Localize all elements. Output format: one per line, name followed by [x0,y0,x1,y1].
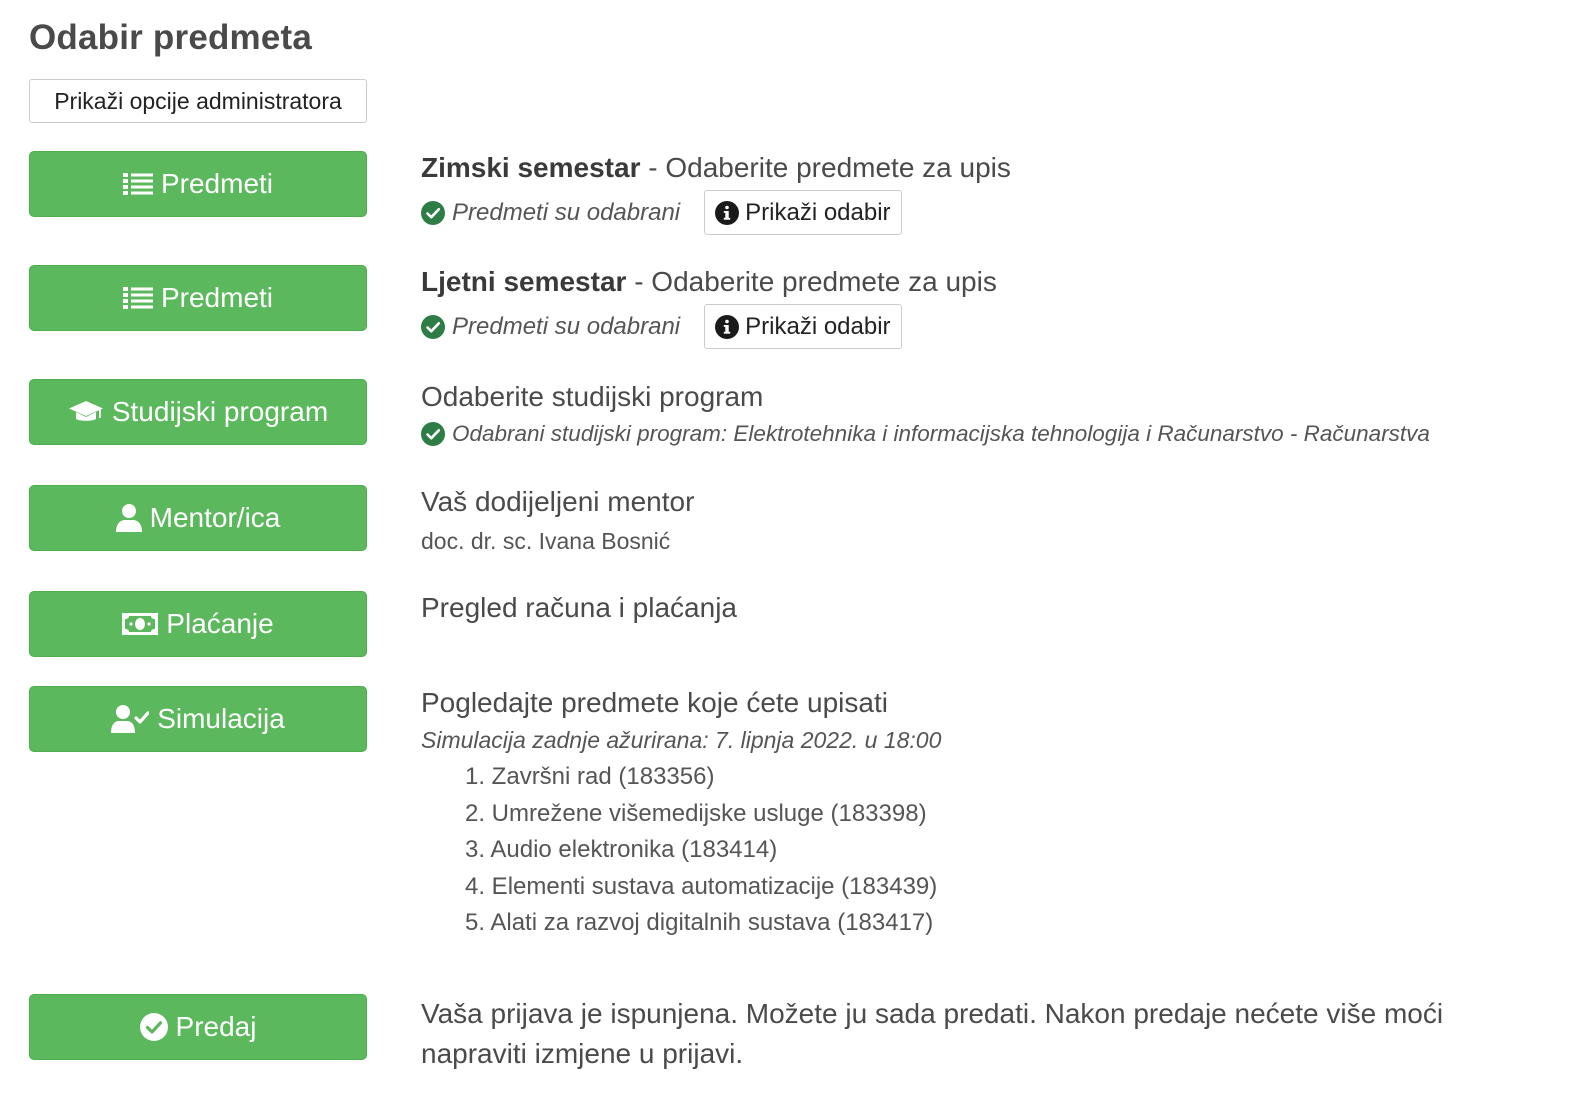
submit-section: Vaša prijava je ispunjena. Možete ju sad… [421,994,1521,1074]
mentor-name: doc. dr. sc. Ivana Bosnić [421,528,671,554]
simulation-button-label: Simulacija [157,703,285,734]
show-admin-options-button[interactable]: Prikaži opcije administratora [29,79,367,123]
summer-show-selection-button[interactable]: Prikaži odabir [704,304,902,349]
winter-semester-title: Zimski semestar - Odaberite predmete za … [421,152,1011,183]
submit-button-label: Predaj [175,1011,257,1042]
graduation-cap-icon [68,401,103,421]
list-item: 5. Alati za razvoj digitalnih sustava (1… [465,909,934,937]
check-circle-icon [421,200,445,225]
summer-semester-section: Ljetni semestar - Odaberite predmete za … [421,266,997,349]
payment-button-label: Plaćanje [166,608,274,639]
list-item: 1. Završni rad (183356) [465,763,715,790]
winter-courses-button-label: Predmeti [160,168,274,199]
info-circle-icon [715,314,740,339]
winter-semester-section: Zimski semestar - Odaberite predmete za … [421,152,1011,235]
study-program-button-label: Studijski program [111,396,329,427]
mentor-section: Vaš dodijeljeni mentor doc. dr. sc. Ivan… [421,486,694,555]
summer-courses-button-label: Predmeti [160,282,274,313]
payment-title: Pregled računa i plaćanja [421,592,737,623]
check-circle-icon [421,422,445,446]
winter-show-selection-button[interactable]: Prikaži odabir [704,190,902,235]
simulation-updated: Simulacija zadnje ažurirana: 7. lipnja 2… [421,727,942,753]
simulation-button[interactable]: Simulacija [29,686,367,752]
submit-info-text: Vaša prijava je ispunjena. Možete ju sad… [421,998,1444,1069]
check-circle-icon [421,314,445,339]
study-program-button[interactable]: Studijski program [29,379,367,445]
money-bill-icon [122,613,159,635]
payment-button[interactable]: Plaćanje [29,591,367,657]
simulation-course-list: 1. Završni rad (183356) 2. Umrežene više… [421,759,941,942]
submit-button[interactable]: Predaj [29,994,367,1060]
mentor-button[interactable]: Mentor/ica [29,485,367,551]
study-program-status-text: Odabrani studijski program: Elektrotehni… [452,421,1430,446]
list-item: 3. Audio elektronika (183414) [465,836,778,864]
user-icon [115,504,142,532]
summer-courses-button[interactable]: Predmeti [29,265,367,331]
list-item: 4. Elementi sustava automatizacije (1834… [465,872,938,900]
payment-section: Pregled računa i plaćanja [421,592,737,624]
simulation-title: Pogledajte predmete koje ćete upisati [421,687,888,718]
user-check-icon [111,705,150,733]
mentor-title: Vaš dodijeljeni mentor [421,486,695,517]
summer-status-text: Predmeti su odabrani [452,312,681,340]
simulation-section: Pogledajte predmete koje ćete upisati Si… [421,687,941,942]
list-icon [122,173,153,195]
mentor-button-label: Mentor/ica [149,502,281,533]
study-program-section: Odaberite studijski program Odabrani stu… [421,381,1430,447]
list-item: 2. Umrežene višemedijske usluge (183398) [465,799,927,827]
winter-courses-button[interactable]: Predmeti [29,151,367,217]
page-title: Odabir predmeta [29,18,313,57]
study-program-title: Odaberite studijski program [421,381,764,412]
enrollment-page: Odabir predmeta Prikaži opcije administr… [0,0,1578,1118]
summer-semester-title: Ljetni semestar - Odaberite predmete za … [421,266,997,297]
winter-status-text: Predmeti su odabrani [452,198,681,226]
check-circle-icon [139,1013,168,1041]
info-circle-icon [715,200,740,225]
list-icon [122,287,153,309]
